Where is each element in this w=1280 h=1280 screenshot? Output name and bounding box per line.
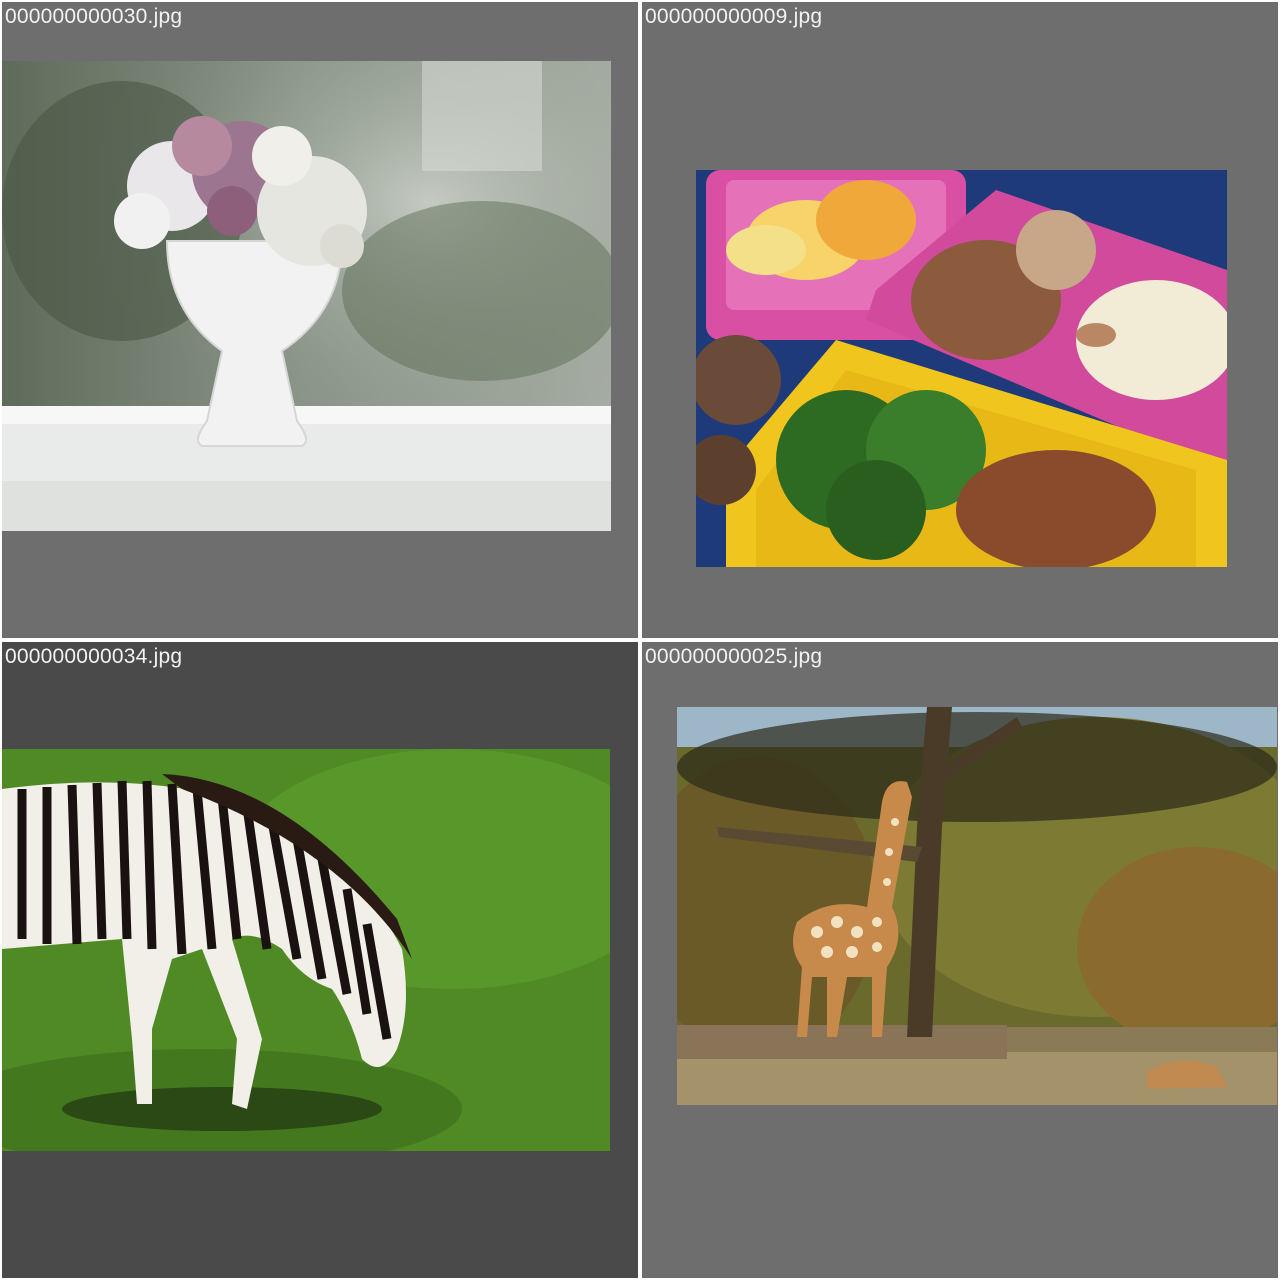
zebra-photo (2, 749, 610, 1151)
image-tile-3[interactable]: 000000000034.jpg (2, 642, 638, 1278)
image-filename-label: 000000000009.jpg (645, 5, 823, 28)
image-tile-4[interactable]: 000000000025.jpg (642, 642, 1278, 1278)
flower-vase-photo (2, 61, 611, 531)
image-filename-label: 000000000030.jpg (5, 5, 183, 28)
image-tile-2[interactable]: 000000000009.jpg (642, 2, 1278, 638)
image-filename-label: 000000000034.jpg (5, 645, 183, 668)
giraffe-photo (677, 707, 1277, 1105)
image-filename-label: 000000000025.jpg (645, 645, 823, 668)
lunch-box-photo (696, 170, 1227, 567)
image-tile-1[interactable]: 000000000030.jpg (2, 2, 638, 638)
